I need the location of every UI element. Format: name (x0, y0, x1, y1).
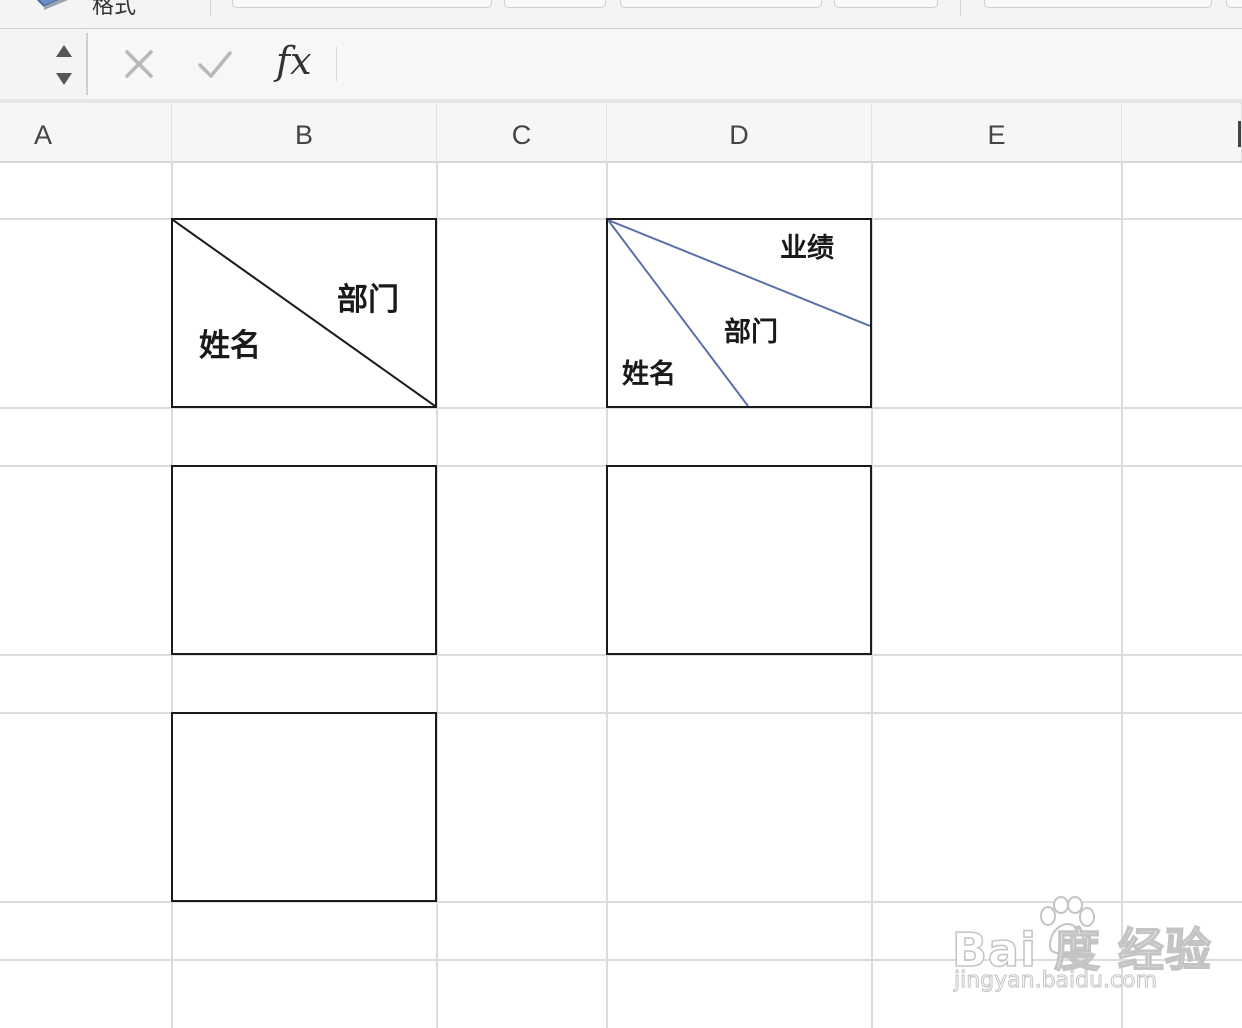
fx-divider (336, 47, 337, 81)
cell-b6-bordered[interactable] (171, 712, 437, 902)
gridline (1121, 161, 1123, 1028)
column-header-d[interactable]: D (607, 103, 872, 161)
ribbon-toolbar: 格式 (0, 0, 1242, 29)
cell-d4-bordered[interactable] (606, 465, 872, 655)
cell-label-department: 部门 (337, 282, 399, 318)
column-header-c[interactable]: C (437, 103, 607, 161)
name-box-divider (86, 33, 88, 95)
format-label[interactable]: 格式 (92, 0, 136, 20)
formula-input[interactable] (344, 35, 1224, 93)
cell-label-name: 姓名 (199, 328, 261, 364)
ribbon-button[interactable] (834, 0, 938, 8)
column-header-f-partial (1238, 121, 1241, 147)
formula-bar: fx (0, 29, 1242, 103)
column-header-e[interactable]: E (872, 103, 1122, 161)
close-icon[interactable] (120, 45, 158, 83)
ribbon-button-group[interactable] (620, 0, 822, 8)
cell-label-department: 部门 (724, 317, 778, 348)
name-box-stepper[interactable] (52, 39, 76, 91)
fx-icon[interactable]: fx (276, 39, 312, 83)
check-icon[interactable] (196, 45, 234, 83)
ribbon-divider (210, 0, 211, 16)
cell-label-performance: 业绩 (780, 233, 834, 264)
column-header-f[interactable] (1122, 103, 1242, 161)
cell-d2-diagonal-header[interactable]: 业绩 部门 姓名 (606, 218, 872, 408)
ribbon-button[interactable] (504, 0, 606, 8)
cell-label-name: 姓名 (622, 359, 676, 390)
column-header-b[interactable]: B (172, 103, 437, 161)
ribbon-button-group[interactable] (984, 0, 1212, 8)
cell-b2-diagonal-header[interactable]: 部门 姓名 (171, 218, 437, 408)
paint-format-icon[interactable] (28, 0, 74, 14)
watermark-url: jingyan.baidu.com (953, 968, 1158, 994)
stepper-up-icon (56, 45, 72, 57)
column-header-a[interactable]: A (0, 103, 172, 161)
ribbon-button[interactable] (1226, 0, 1242, 8)
cell-b4-bordered[interactable] (171, 465, 437, 655)
stepper-down-icon (56, 73, 72, 85)
ribbon-button-group[interactable] (232, 0, 492, 8)
ribbon-divider (960, 0, 961, 16)
column-headers: A B C D E (0, 103, 1242, 163)
